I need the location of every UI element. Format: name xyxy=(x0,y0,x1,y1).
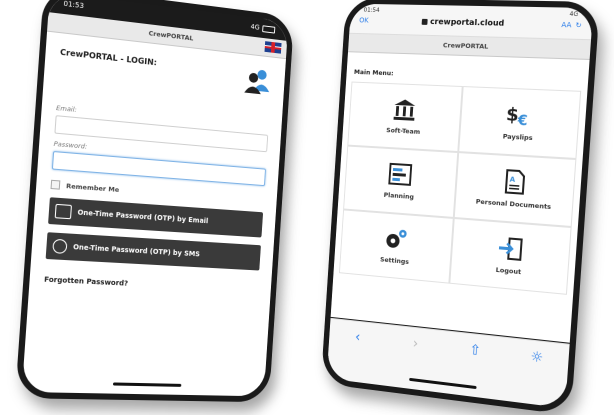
right-phone: 01:54 4G OK crewportal.cloud AA ↻ CrewPO… xyxy=(320,0,600,415)
browser-toolbar: ‹ › ⇧ ☼ xyxy=(326,317,570,409)
left-phone: 01:53 4G CrewPORTAL CrewPORTAL - LOGIN: … xyxy=(15,0,295,403)
main-menu-grid: Soft-Team $ € Payslips Planning A Person… xyxy=(338,81,582,295)
menu-item-settings[interactable]: Settings xyxy=(338,209,454,284)
menu-item-payslips[interactable]: $ € Payslips xyxy=(458,86,582,160)
forgot-password-link[interactable]: Forgotten Password? xyxy=(44,275,258,293)
status-time: 01:54 xyxy=(363,6,380,14)
menu-label: Payslips xyxy=(502,132,533,143)
otp-sms-label: One-Time Password (OTP) by SMS xyxy=(72,243,201,259)
bank-icon xyxy=(393,99,416,121)
battery-icon xyxy=(262,24,276,34)
sms-icon xyxy=(52,238,68,254)
app-title: CrewPORTAL xyxy=(442,41,489,51)
phone-frame: 01:54 4G OK crewportal.cloud AA ↻ CrewPO… xyxy=(320,0,600,415)
svg-text:€: € xyxy=(516,112,528,127)
menu-item-logout[interactable]: Logout xyxy=(449,217,572,295)
ok-button[interactable]: OK xyxy=(359,16,369,24)
menu-item-planning[interactable]: Planning xyxy=(343,145,459,218)
svg-text:A: A xyxy=(509,175,516,184)
menu-label: Logout xyxy=(495,265,522,277)
uk-flag-icon[interactable] xyxy=(264,41,282,54)
otp-email-label: One-Time Password (OTP) by Email xyxy=(77,208,209,226)
remember-label: Remember Me xyxy=(65,181,120,194)
menu-item-soft-team[interactable]: Soft-Team xyxy=(347,81,463,153)
url-text: crewportal.cloud xyxy=(429,17,505,28)
home-indicator xyxy=(112,382,182,387)
share-icon[interactable]: ⇧ xyxy=(465,342,486,360)
gear-icon xyxy=(385,229,407,249)
users-icon xyxy=(244,69,270,95)
planning-icon xyxy=(387,162,413,187)
forward-icon[interactable]: › xyxy=(405,335,425,353)
status-time: 01:53 xyxy=(63,0,85,11)
menu-label: Settings xyxy=(379,255,410,266)
phone-frame: 01:53 4G CrewPORTAL CrewPORTAL - LOGIN: … xyxy=(15,0,295,403)
menu-label: Planning xyxy=(383,190,415,201)
back-icon[interactable]: ‹ xyxy=(348,329,367,347)
network-label: 4G xyxy=(250,22,260,32)
lock-icon xyxy=(421,18,428,25)
logout-icon xyxy=(496,236,524,262)
network-label: 4G xyxy=(569,10,579,19)
remember-checkbox[interactable] xyxy=(50,179,61,190)
mail-icon xyxy=(54,203,72,220)
url-bar[interactable]: crewportal.cloud xyxy=(421,17,505,28)
reload-icon[interactable]: ↻ xyxy=(575,21,582,29)
money-icon: $ € xyxy=(505,105,528,128)
login-form: CrewPORTAL - LOGIN: Email: Password: Rem… xyxy=(29,32,286,305)
otp-email-button[interactable]: One-Time Password (OTP) by Email xyxy=(48,197,264,238)
menu-label: Soft-Team xyxy=(386,126,421,136)
reader-controls[interactable]: AA ↻ xyxy=(561,20,582,29)
app-title: CrewPORTAL xyxy=(148,29,194,43)
aa-label: AA xyxy=(561,20,572,29)
otp-sms-button[interactable]: One-Time Password (OTP) by SMS xyxy=(45,232,261,271)
menu-label: Personal Documents xyxy=(475,197,552,212)
document-icon: A xyxy=(501,169,529,195)
menu-item-personal-documents[interactable]: A Personal Documents xyxy=(453,152,577,228)
compass-icon[interactable]: ☼ xyxy=(526,348,547,367)
status-right: 4G xyxy=(250,22,276,34)
